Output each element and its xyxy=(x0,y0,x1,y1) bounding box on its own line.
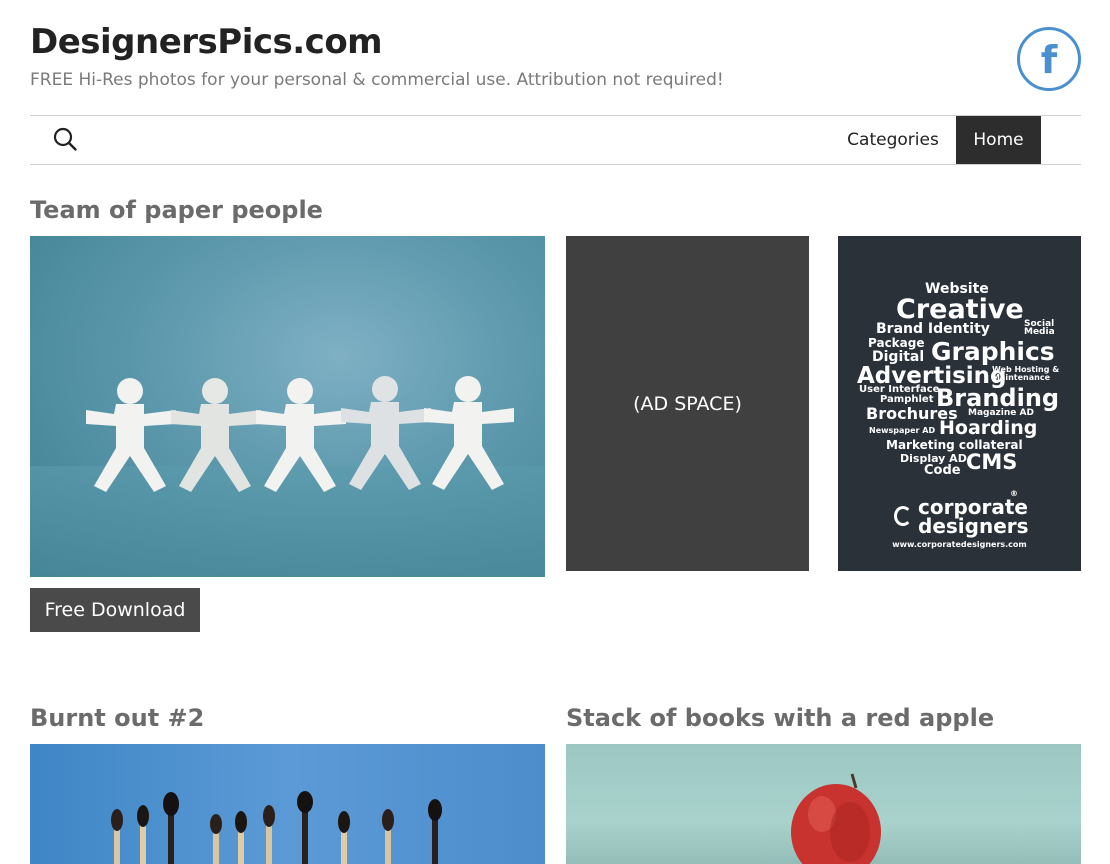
ad-word: Graphics xyxy=(931,337,1055,366)
logo-line-2: designers xyxy=(918,514,1029,538)
registered-mark: ® xyxy=(1010,489,1018,498)
free-download-button[interactable]: Free Download xyxy=(30,588,200,632)
photo-burnt-matches[interactable] xyxy=(30,744,545,864)
facebook-glyph: f xyxy=(1040,38,1058,82)
main-navbar: Categories Home xyxy=(30,115,1081,165)
ad-word: Maintenance xyxy=(992,373,1051,382)
search-icon[interactable] xyxy=(52,126,78,152)
logo-c-icon xyxy=(894,506,912,526)
ad-space-placeholder[interactable]: (AD SPACE) xyxy=(566,236,809,571)
ad-word: Media xyxy=(1024,327,1055,337)
ad-word: CMS xyxy=(966,450,1018,474)
ad-space-label: (AD SPACE) xyxy=(633,392,742,415)
photo-paper-people[interactable] xyxy=(30,236,545,577)
post-title-books-apple[interactable]: Stack of books with a red apple xyxy=(566,704,994,732)
paper-chain-figures xyxy=(86,376,514,492)
nav-categories[interactable]: Categories xyxy=(830,116,956,164)
post-title-burnt-out[interactable]: Burnt out #2 xyxy=(30,704,204,732)
ad-url: www.corporatedesigners.com xyxy=(892,540,1027,549)
ad-word: Hoarding xyxy=(939,417,1038,439)
apple-illustration xyxy=(791,773,881,864)
nav-home[interactable]: Home xyxy=(956,116,1041,164)
ad-word: Newspaper AD xyxy=(869,426,936,435)
corporate-designers-ad[interactable]: Website Creative Social Media Brand Iden… xyxy=(838,236,1081,571)
ad-word: Package xyxy=(868,336,925,350)
post-title-paper-people[interactable]: Team of paper people xyxy=(30,196,323,224)
site-title[interactable]: DesignersPics.com xyxy=(30,22,383,62)
site-tagline: FREE Hi-Res photos for your personal & c… xyxy=(30,70,724,90)
ad-word: Digital xyxy=(872,349,925,365)
photo-books-apple[interactable] xyxy=(566,744,1081,864)
ad-word: Brand Identity xyxy=(876,321,990,337)
corporate-designers-logo: corporate designers ® xyxy=(894,490,1029,538)
ad-word: Creative xyxy=(896,294,1024,325)
facebook-icon[interactable]: f xyxy=(1017,27,1081,91)
ad-word: Code xyxy=(924,463,961,478)
matches-illustration xyxy=(111,791,442,864)
